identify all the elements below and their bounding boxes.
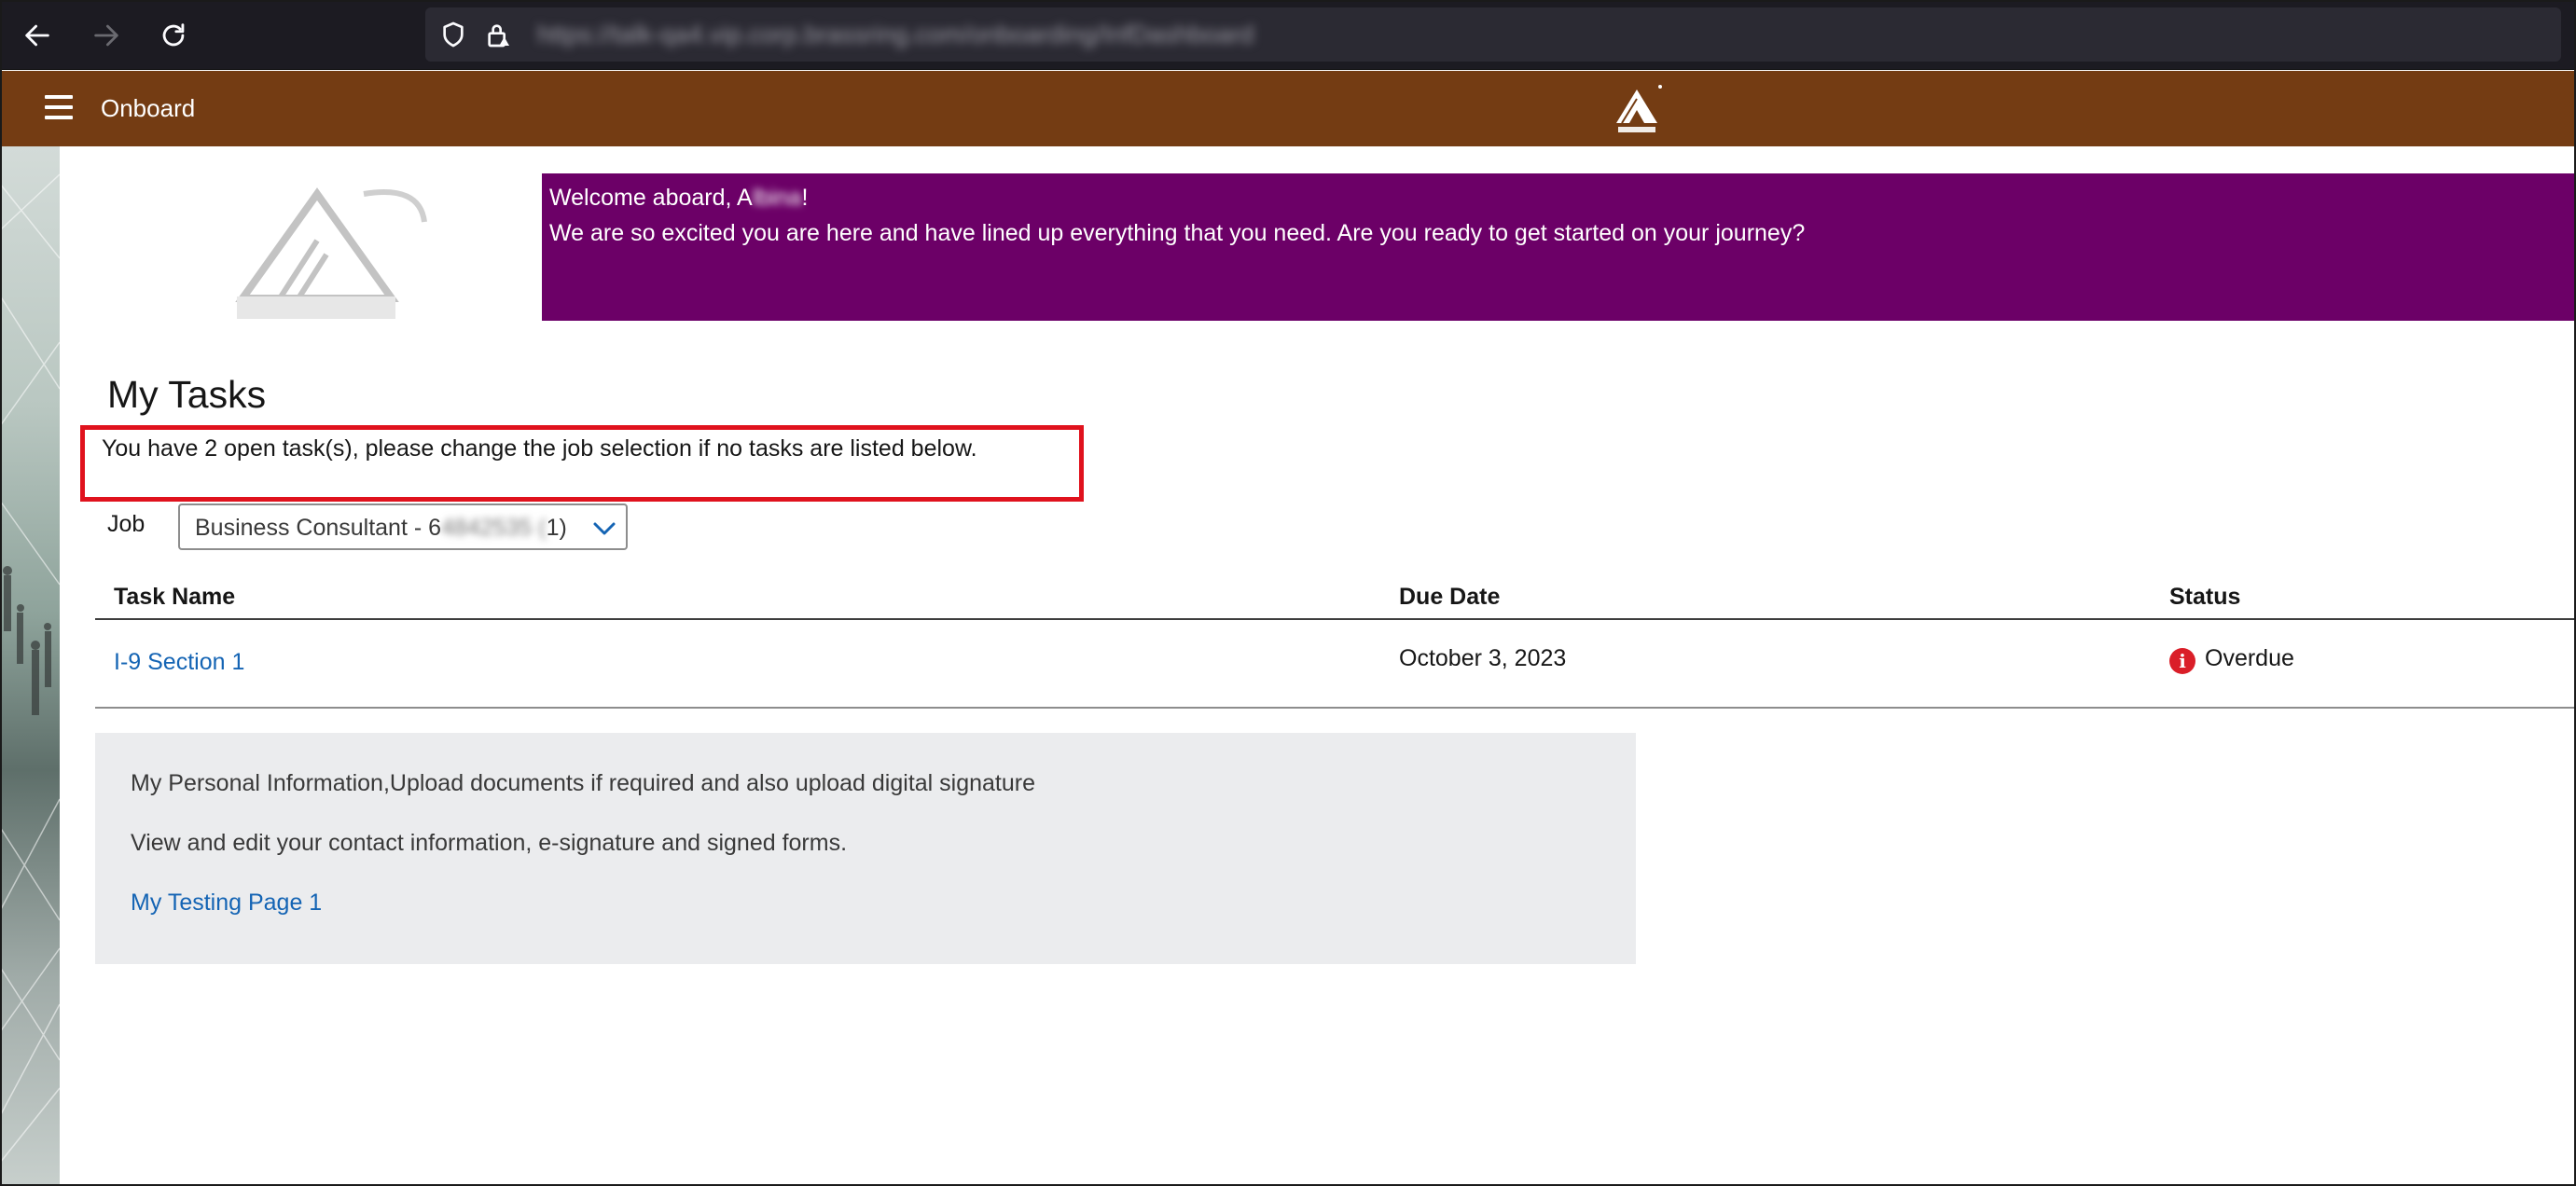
infinite-logo-icon	[1616, 85, 1662, 132]
reload-icon	[162, 23, 185, 47]
job-select-dropdown[interactable]: Business Consultant - 64842535 (1)	[178, 503, 628, 550]
job-select-value: Business Consultant - 64842535 (1)	[195, 515, 567, 541]
address-bar[interactable]: https://talk-qa4.vip.corp.brassring.com/…	[425, 7, 2561, 62]
task-status: Overdue	[2205, 645, 2294, 671]
url-text[interactable]: https://talk-qa4.vip.corp.brassring.com/…	[537, 21, 1253, 48]
app-title: Onboard	[101, 94, 196, 122]
arrow-right-icon	[94, 24, 118, 47]
open-tasks-message: You have 2 open task(s), please change t…	[102, 435, 977, 462]
welcome-banner: Welcome aboard, Albina! We are so excite…	[542, 173, 2576, 321]
browser-toolbar: https://talk-qa4.vip.corp.brassring.com/…	[0, 0, 2576, 70]
column-header-task-name: Task Name	[114, 584, 236, 610]
info-card-subtext: View and edit your contact information, …	[131, 830, 848, 856]
reload-button[interactable]	[149, 11, 198, 60]
task-due-date: October 3, 2023	[1399, 645, 1567, 671]
welcome-message: We are so excited you are here and have …	[549, 220, 1806, 246]
user-name-redacted: lbina	[752, 185, 802, 211]
hamburger-icon[interactable]	[45, 95, 73, 119]
back-button[interactable]	[13, 11, 62, 60]
company-logo-icon	[235, 187, 427, 319]
task-link-i9-section-1[interactable]: I-9 Section 1	[114, 647, 244, 677]
lock-warning-icon[interactable]	[483, 20, 513, 49]
column-header-due-date: Due Date	[1399, 584, 1501, 610]
table-header-divider	[95, 618, 2576, 620]
decorative-background-strip	[0, 146, 60, 1186]
info-card-description: My Personal Information,Upload documents…	[131, 770, 1036, 796]
shield-icon[interactable]	[438, 20, 468, 49]
forward-button[interactable]	[82, 11, 131, 60]
personal-info-card: My Personal Information,Upload documents…	[95, 733, 1636, 964]
table-row-divider	[95, 707, 2576, 709]
chevron-down-icon	[593, 522, 616, 535]
overdue-alert-icon: i	[2169, 648, 2195, 674]
arrow-left-icon	[25, 24, 49, 47]
my-testing-page-link[interactable]: My Testing Page 1	[131, 888, 322, 917]
welcome-greeting: Welcome aboard, Albina!	[549, 185, 809, 211]
column-header-status: Status	[2169, 584, 2241, 610]
job-label: Job	[107, 511, 145, 537]
app-header: Onboard	[0, 71, 2576, 146]
page-title: My Tasks	[107, 373, 267, 417]
